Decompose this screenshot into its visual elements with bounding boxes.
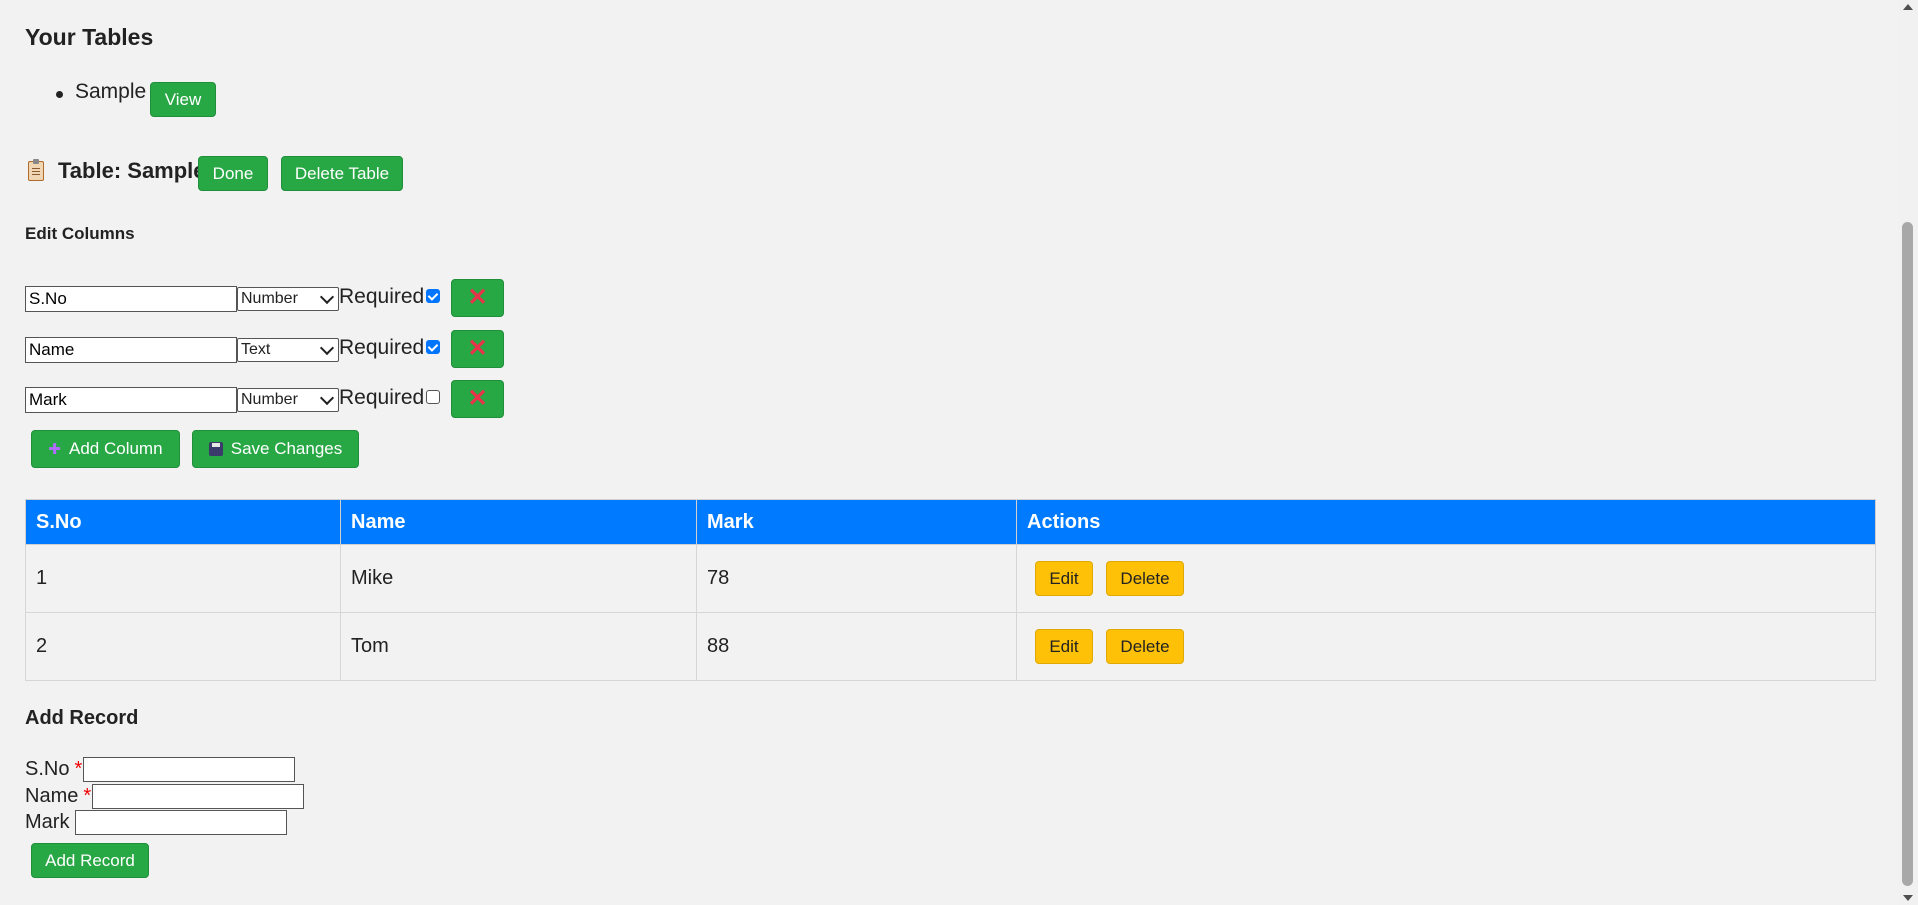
tables-heading: Your Tables — [25, 24, 154, 50]
plus-icon: ✚ — [48, 441, 61, 458]
column-type-select[interactable]: Text — [237, 338, 339, 362]
cell-actions: Edit Delete — [1016, 612, 1876, 681]
sno-field-row: S.No * — [25, 757, 296, 782]
column-type-value: Number — [241, 290, 298, 307]
save-changes-label: Save Changes — [230, 439, 343, 458]
column-header: Name — [340, 499, 697, 545]
scroll-thumb[interactable] — [1902, 222, 1913, 886]
edit-record-button[interactable]: Edit — [1035, 561, 1093, 596]
floppy-disk-icon — [208, 442, 223, 456]
cell-name: Tom — [340, 612, 697, 681]
column-type-value: Number — [241, 391, 298, 408]
chevron-down-icon — [319, 390, 335, 406]
required-star: * — [83, 785, 92, 807]
add-record-button[interactable]: Add Record — [31, 843, 149, 878]
delete-table-button[interactable]: Delete Table — [281, 156, 403, 191]
cell-mark: 88 — [696, 612, 1017, 681]
column-header: Actions — [1016, 499, 1876, 545]
done-button[interactable]: Done — [198, 156, 268, 191]
chevron-down-icon — [319, 340, 335, 356]
edit-columns-heading: Edit Columns — [25, 224, 135, 243]
table-name: Sample — [75, 80, 147, 103]
add-column-label: Add Column — [69, 439, 163, 458]
required-star: * — [74, 758, 83, 780]
column-header: S.No — [25, 499, 341, 545]
delete-record-button[interactable]: Delete — [1106, 561, 1184, 596]
name-field-row: Name * — [25, 784, 305, 809]
required-checkbox[interactable] — [426, 340, 440, 354]
bullet-icon — [56, 91, 63, 98]
edit-record-button[interactable]: Edit — [1035, 629, 1093, 664]
page: Your Tables Sample View Table: Sample Do… — [0, 0, 1898, 905]
table-title-text: Table: Sample — [58, 158, 206, 183]
required-label: Required — [339, 285, 425, 308]
view-table-button[interactable]: View — [150, 82, 216, 117]
chevron-down-icon — [319, 289, 335, 305]
sno-input[interactable] — [83, 757, 296, 782]
clipboard-icon — [28, 159, 44, 181]
column-type-select[interactable]: Number — [237, 287, 339, 311]
table-list-item: Sample View — [56, 80, 356, 118]
add-record-heading: Add Record — [25, 707, 139, 729]
scroll-down-arrow-icon[interactable] — [1903, 895, 1913, 901]
vertical-scrollbar[interactable] — [1898, 0, 1918, 905]
remove-column-button[interactable]: ✕ — [451, 330, 504, 368]
field-label: Name — [25, 785, 79, 807]
table-row: 1 Mike 78 Edit Delete — [25, 544, 1876, 613]
save-changes-button[interactable]: Save Changes — [192, 430, 359, 468]
required-checkbox[interactable] — [426, 289, 440, 303]
required-label: Required — [339, 336, 425, 359]
table-row: 2 Tom 88 Edit Delete — [25, 612, 1876, 681]
column-name-input[interactable] — [25, 337, 237, 363]
scroll-up-arrow-icon[interactable] — [1903, 4, 1913, 10]
column-header: Mark — [696, 499, 1017, 545]
field-label: S.No — [25, 758, 70, 780]
cell-name: Mike — [340, 544, 697, 613]
remove-column-button[interactable]: ✕ — [451, 279, 504, 317]
cell-mark: 78 — [696, 544, 1017, 613]
table-title: Table: Sample — [28, 158, 206, 184]
cell-sno: 1 — [25, 544, 341, 613]
cell-sno: 2 — [25, 612, 341, 681]
mark-input[interactable] — [75, 810, 288, 835]
column-name-input[interactable] — [25, 387, 237, 413]
mark-field-row: Mark — [25, 810, 288, 835]
close-x-icon: ✕ — [467, 385, 488, 412]
records-table: S.No Name Mark Actions 1 Mike 78 Edit De… — [25, 499, 1876, 681]
required-checkbox[interactable] — [426, 390, 440, 404]
required-label: Required — [339, 386, 425, 409]
column-type-value: Text — [241, 341, 271, 358]
delete-record-button[interactable]: Delete — [1106, 629, 1184, 664]
close-x-icon: ✕ — [467, 335, 488, 362]
close-x-icon: ✕ — [467, 284, 488, 311]
column-type-select[interactable]: Number — [237, 388, 339, 412]
add-column-button[interactable]: ✚ Add Column — [31, 430, 180, 468]
field-label: Mark — [25, 811, 70, 833]
cell-actions: Edit Delete — [1016, 544, 1876, 613]
table-header-row: S.No Name Mark Actions — [25, 499, 1876, 545]
column-name-input[interactable] — [25, 286, 237, 312]
remove-column-button[interactable]: ✕ — [451, 380, 504, 418]
name-input[interactable] — [92, 784, 305, 809]
